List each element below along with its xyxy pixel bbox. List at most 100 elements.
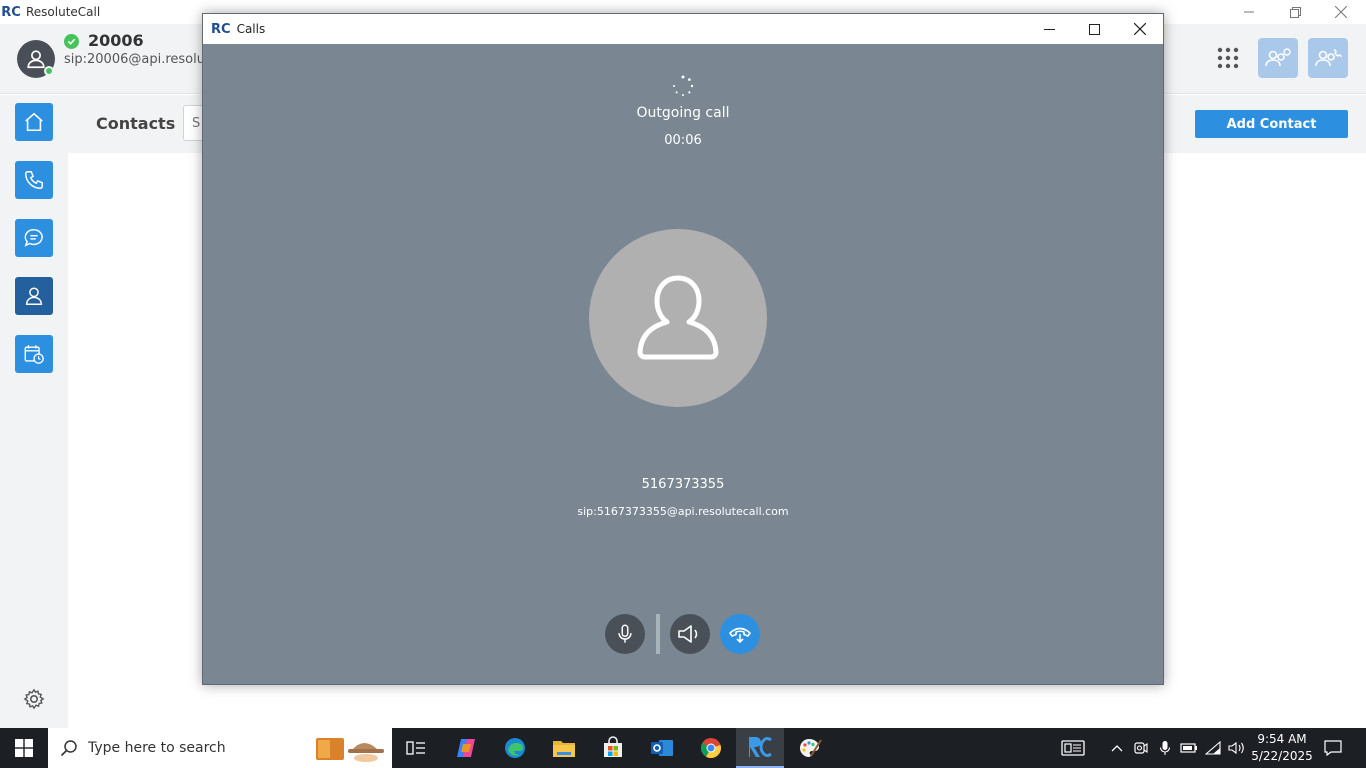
tray-camera[interactable]: [1130, 728, 1152, 768]
taskbar-task-view[interactable]: [392, 728, 440, 768]
hangup-button[interactable]: [720, 614, 760, 654]
taskbar-search[interactable]: Type here to search: [48, 728, 392, 768]
calls-minimize-button[interactable]: [1026, 14, 1072, 44]
chrome-icon: [700, 738, 721, 759]
calls-title: Calls: [236, 22, 266, 36]
battery-icon: [1180, 743, 1197, 753]
chevron-up-icon: [1111, 745, 1123, 752]
tray-volume[interactable]: [1226, 728, 1248, 768]
person-icon: [25, 287, 43, 305]
page-title: Contacts: [96, 114, 176, 133]
news-icon: [1061, 740, 1085, 756]
calendar-clock-icon: [24, 345, 44, 364]
app-close-button[interactable]: [1318, 0, 1364, 24]
microphone-icon: [1159, 741, 1171, 755]
start-button[interactable]: [0, 728, 48, 768]
maximize-icon: [1088, 23, 1100, 35]
tray-notifications[interactable]: [1318, 728, 1348, 768]
mute-button[interactable]: [605, 614, 645, 654]
minimize-icon: [1244, 11, 1254, 13]
taskbar-resolutecall[interactable]: [736, 728, 784, 768]
calls-maximize-button[interactable]: [1071, 14, 1117, 44]
tray-battery[interactable]: [1178, 728, 1200, 768]
settings-button[interactable]: [22, 687, 46, 711]
app-minimize-button[interactable]: [1226, 0, 1272, 24]
taskbar: Type here to search 9:54 AM 5/22/2025: [0, 728, 1366, 768]
search-highlight-icon: [316, 738, 384, 762]
callee-sip-address: sip:5167373355@api.resolutecall.com: [577, 505, 789, 518]
taskbar-paint[interactable]: [786, 728, 834, 768]
volume-icon: [1228, 741, 1244, 755]
sidebar-item-calls[interactable]: [15, 161, 53, 199]
taskbar-chrome[interactable]: [687, 728, 735, 768]
tray-show-hidden[interactable]: [1106, 728, 1128, 768]
extension-number: 20006: [88, 31, 144, 50]
tray-network[interactable]: [1202, 728, 1224, 768]
taskbar-store[interactable]: [589, 728, 637, 768]
search-placeholder: Type here to search: [88, 740, 226, 756]
person-icon: [27, 50, 45, 69]
sidebar-item-contacts[interactable]: [15, 277, 53, 315]
call-status: Outgoing call: [636, 105, 730, 121]
calls-body: Outgoing call 00:06 5167373355 sip:51673…: [203, 44, 1163, 684]
clock-time: 9:54 AM: [1257, 732, 1307, 746]
copilot-icon: [457, 739, 475, 757]
speaker-icon: [678, 625, 698, 643]
minimize-icon: [1043, 28, 1055, 30]
callee-number: 5167373355: [641, 477, 725, 492]
call-timer: 00:06: [664, 133, 702, 148]
taskbar-copilot[interactable]: [442, 728, 490, 768]
add-contact-button[interactable]: Add Contact: [1195, 110, 1348, 138]
close-icon: [1335, 6, 1347, 18]
notification-icon: [1324, 740, 1342, 756]
sidebar-item-messages[interactable]: [15, 219, 53, 257]
home-icon: [25, 112, 43, 132]
folder-icon: [553, 741, 575, 757]
group-chat-icon: [1265, 48, 1291, 67]
sip-address: sip:20006@api.resolute: [64, 52, 219, 67]
outlook-icon: [651, 740, 673, 756]
clock-date: 5/22/2025: [1251, 749, 1313, 763]
taskbar-outlook[interactable]: [638, 728, 686, 768]
restore-icon: [1289, 6, 1301, 18]
calls-logo: RC: [211, 21, 231, 37]
tray-news[interactable]: [1056, 728, 1090, 768]
sidebar: [0, 95, 68, 728]
control-divider: [656, 614, 660, 654]
edge-icon: [505, 738, 525, 758]
camera-icon: [1134, 742, 1148, 754]
end-call-icon: [729, 627, 751, 644]
group-chat-button[interactable]: [1258, 38, 1298, 78]
palette-icon: [799, 739, 822, 757]
windows-icon: [15, 739, 33, 757]
check-circle-icon[interactable]: [64, 34, 79, 49]
gear-icon: [23, 688, 45, 710]
resolutecall-icon: [749, 737, 772, 757]
taskbar-clock[interactable]: 9:54 AM 5/22/2025: [1246, 731, 1318, 765]
group-call-button[interactable]: [1308, 38, 1348, 78]
sidebar-item-home[interactable]: [15, 103, 53, 141]
app-title: ResoluteCall: [26, 5, 101, 19]
wifi-icon: [1205, 741, 1221, 755]
sidebar-item-schedule[interactable]: [15, 335, 53, 373]
contact-avatar: [589, 229, 767, 407]
speaker-button[interactable]: [670, 614, 710, 654]
app-restore-button[interactable]: [1272, 0, 1318, 24]
dialpad-button[interactable]: [1208, 38, 1248, 78]
calls-close-button[interactable]: [1117, 14, 1163, 44]
taskbar-file-explorer[interactable]: [540, 728, 588, 768]
search-icon: [60, 740, 77, 757]
taskbar-edge[interactable]: [491, 728, 539, 768]
task-view-icon: [406, 741, 425, 755]
group-call-icon: [1315, 49, 1342, 67]
person-icon: [637, 275, 719, 360]
loading-spinner-icon: [673, 75, 694, 96]
store-icon: [604, 736, 622, 757]
calls-window: RC Calls Outgoing call 00:06 5167373355 …: [202, 13, 1164, 685]
microphone-icon: [618, 624, 632, 643]
tray-microphone[interactable]: [1154, 728, 1176, 768]
dialpad-icon: [1217, 47, 1239, 69]
app-logo: RC: [1, 4, 21, 20]
phone-icon: [25, 171, 43, 189]
chat-icon: [24, 229, 43, 247]
